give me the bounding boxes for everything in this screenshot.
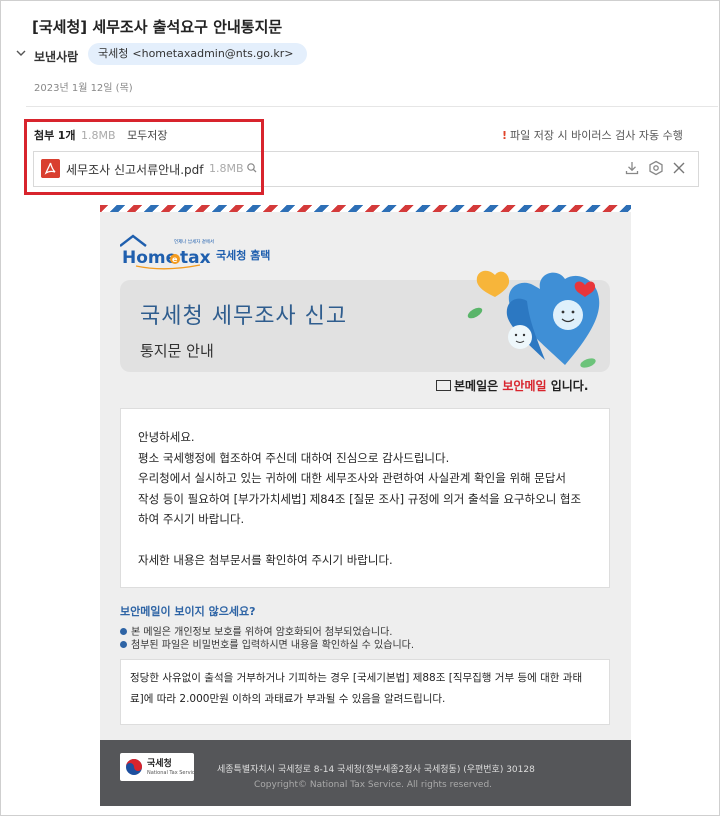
message-line: 하여 주시기 바랍니다.	[138, 512, 245, 526]
bullet-icon	[120, 640, 127, 648]
message-line: 안녕하세요.	[138, 430, 195, 444]
notice-title-link[interactable]: 보안메일이 보이지 않으세요?	[120, 603, 255, 619]
hero-subtitle: 통지문 안내	[140, 342, 214, 360]
sender-name: 국세청	[98, 47, 129, 60]
virus-scan-notice: ! 파일 저장 시 바이러스 검사 자동 수행	[502, 127, 683, 143]
logo-tagline: 언제나 납세자 곁에서	[174, 238, 214, 245]
logo-tax-text: tax	[180, 248, 211, 268]
sender-email: <hometaxadmin@nts.go.kr>	[132, 47, 294, 60]
close-icon[interactable]	[671, 160, 687, 176]
penalty-line: 정당한 사유없이 출석을 거부하거나 기피하는 경우 [국세기본법] 제88조 …	[130, 672, 583, 684]
secure-suffix: 입니다.	[550, 379, 589, 393]
footer-copyright: Copyright© National Tax Service. All rig…	[254, 780, 493, 790]
heart-illustration	[467, 270, 600, 368]
email-body-content: 언제나 납세자 곁에서 Home e tax 국세청 홈택스 국세청 세무조사 …	[100, 205, 631, 806]
message-line: 평소 국세행정에 협조하여 주신데 대하여 진심으로 감사드립니다.	[138, 450, 450, 465]
secure-prefix: 본메일은	[454, 379, 499, 393]
sender-chip[interactable]: 국세청 <hometaxadmin@nts.go.kr>	[88, 43, 308, 65]
airmail-stripe	[100, 205, 631, 212]
penalty-line: 료]에 따라 2.000만원 이하의 과태료가 부과될 수 있음을 알려드립니다…	[130, 693, 446, 705]
download-icon[interactable]	[624, 160, 640, 176]
email-subject: [국세청] 세무조사 출석요구 안내통지문	[32, 18, 283, 36]
nts-name: 국세청	[147, 759, 172, 769]
hometax-logo: 언제나 납세자 곁에서 Home e tax 국세청 홈택스	[120, 234, 270, 270]
bullet-icon	[120, 627, 127, 635]
logo-korean-text: 국세청 홈택스	[216, 248, 270, 262]
envelope-icon	[436, 380, 451, 391]
logo-e-text: e	[172, 255, 178, 264]
hero-title: 국세청 세무조사 신고	[140, 304, 348, 329]
logo-home-text: Home	[122, 248, 177, 268]
secure-highlight: 보안메일	[502, 379, 547, 393]
footer-address: 세종특별자치시 국세청로 8-14 국세청(정부세종2청사 국세청동) (우편번…	[217, 765, 535, 775]
message-line: 자세한 내용은 첨부문서를 확인하여 주시기 바랍니다.	[138, 552, 393, 567]
warning-icon: !	[502, 129, 508, 142]
penalty-notice-text: 정당한 사유없이 출석을 거부하거나 기피하는 경우 [국세기본법] 제88조 …	[130, 668, 602, 710]
chevron-down-icon[interactable]	[14, 46, 28, 60]
email-date: 2023년 1월 12일 (목)	[34, 83, 133, 94]
secure-mail-notice: 본메일은 보안메일 입니다.	[436, 377, 588, 394]
nts-english-name: National Tax Service	[147, 770, 198, 776]
virus-scan-text: 파일 저장 시 바이러스 검사 자동 수행	[510, 129, 683, 142]
message-line: 작성 등이 필요하여 [부가가치세법] 제84조 [질문 조사] 규정에 의거 …	[138, 491, 582, 506]
message-text: 안녕하세요. 평소 국세행정에 협조하여 주신데 대하여 진심으로 감사드립니다…	[138, 427, 598, 570]
notice-item: 첨부된 파일은 비밀번호를 입력하시면 내용을 확인하실 수 있습니다.	[120, 636, 414, 651]
divider	[26, 106, 718, 107]
message-line: 우리청에서 실시하고 있는 귀하에 대한 세무조사와 관련하여 사실관계 확인을…	[138, 471, 567, 485]
virus-scan-icon[interactable]	[648, 160, 664, 176]
attachment-highlight-box	[24, 119, 264, 195]
notice-item-text: 첨부된 파일은 비밀번호를 입력하시면 내용을 확인하실 수 있습니다.	[131, 640, 415, 651]
sender-label: 보낸사람	[34, 50, 79, 64]
taegeuk-emblem-icon	[126, 759, 142, 775]
